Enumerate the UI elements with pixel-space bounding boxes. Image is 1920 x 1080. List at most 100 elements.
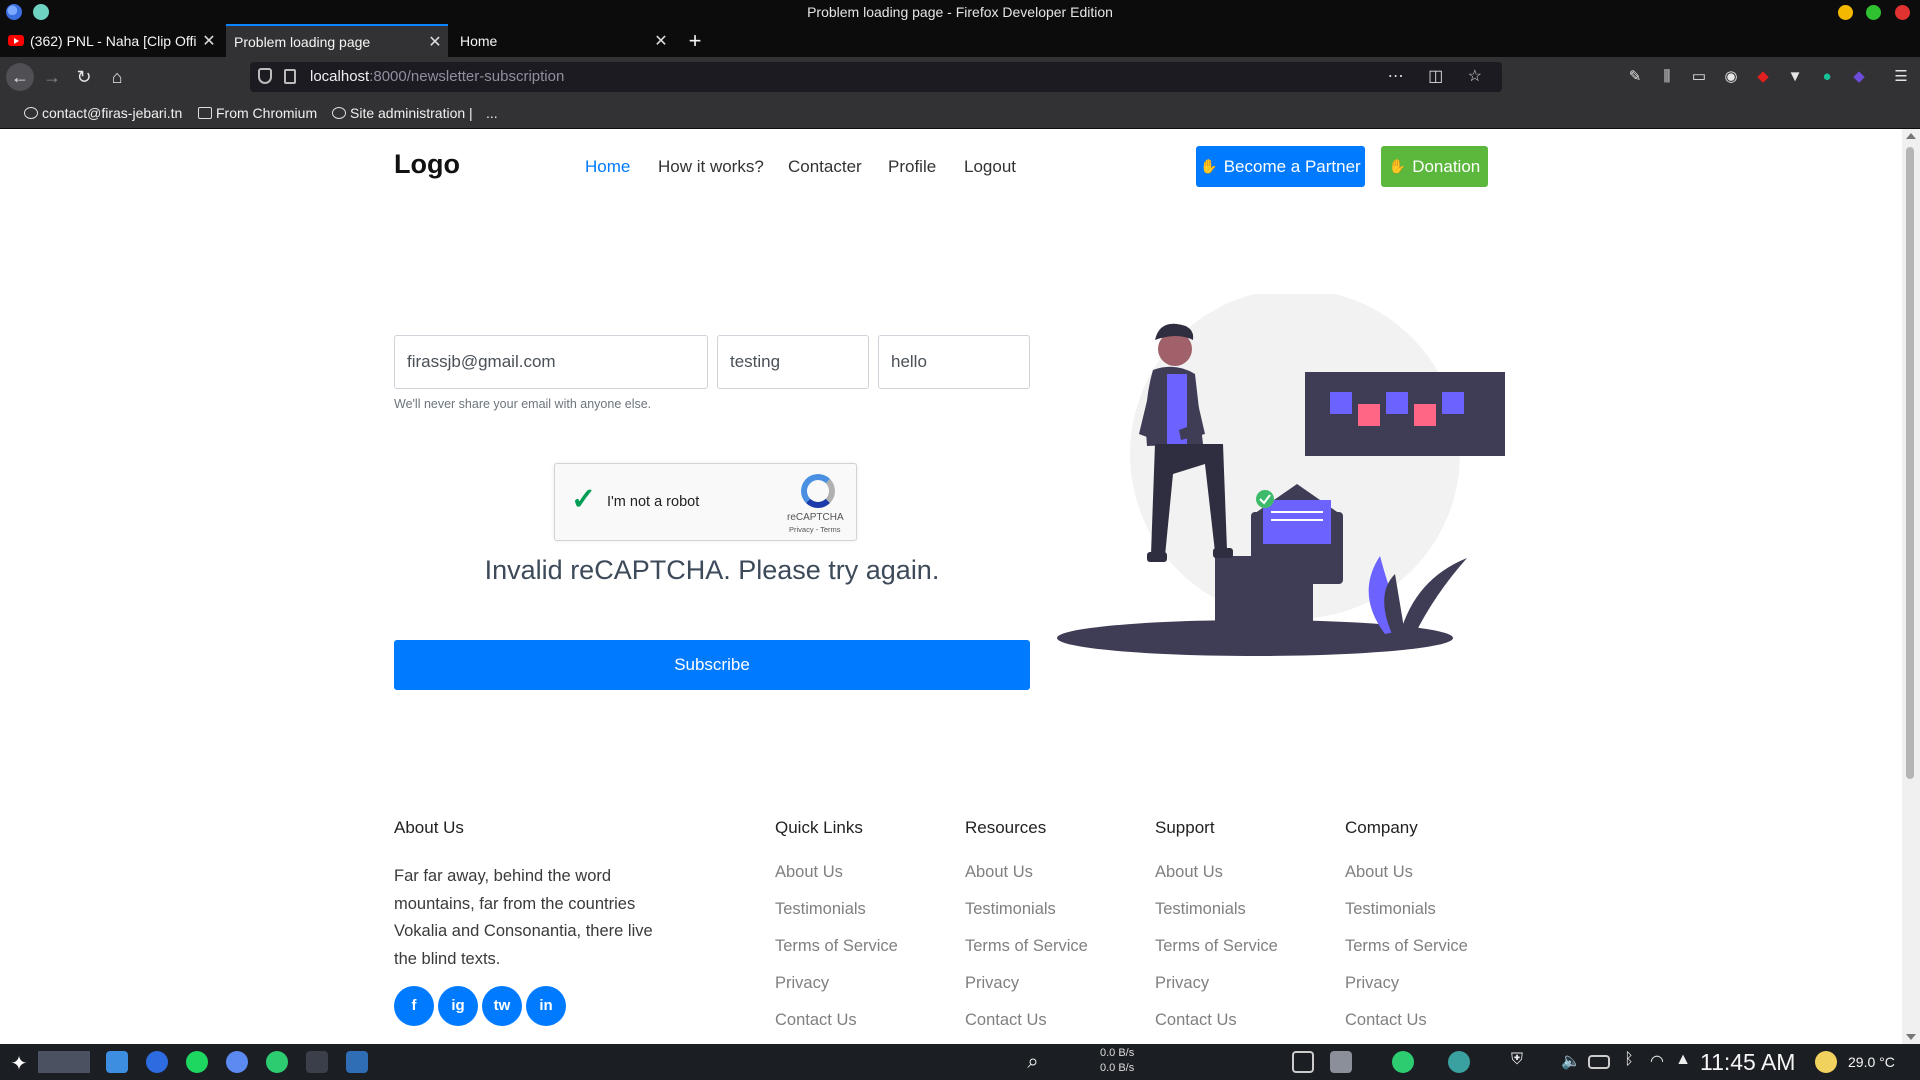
email-field[interactable]: firassjb@gmail.com: [394, 335, 708, 389]
footer-link[interactable]: About Us: [775, 863, 898, 900]
facebook-icon[interactable]: f: [394, 986, 434, 1026]
footer-link[interactable]: Testimonials: [965, 900, 1088, 937]
browser-toolbar: ← → ↻ ⌂ localhost:8000/newsletter-subscr…: [0, 57, 1920, 97]
url-bar[interactable]: localhost:8000/newsletter-subscription ⋯…: [250, 62, 1502, 92]
nav-logout[interactable]: Logout: [964, 157, 1016, 177]
app-launcher-icon[interactable]: ✦: [8, 1051, 30, 1075]
twitter-icon[interactable]: tw: [482, 986, 522, 1026]
sidebar-icon[interactable]: ▭: [1688, 66, 1710, 88]
linkedin-icon[interactable]: in: [526, 986, 566, 1026]
scroll-down-icon[interactable]: [1906, 1034, 1916, 1040]
new-tab-button[interactable]: +: [680, 24, 710, 57]
footer-link[interactable]: Privacy: [1155, 974, 1278, 1011]
grammarly-icon[interactable]: ●: [1816, 66, 1838, 88]
footer-link[interactable]: About Us: [1155, 863, 1278, 900]
footer-link[interactable]: Terms of Service: [1155, 937, 1278, 974]
footer-link[interactable]: Terms of Service: [775, 937, 898, 974]
back-button[interactable]: ←: [6, 63, 34, 91]
vpn-icon[interactable]: [1448, 1051, 1470, 1073]
page-scrollbar[interactable]: [1902, 129, 1920, 1044]
files-icon[interactable]: [106, 1051, 128, 1073]
subscribe-button[interactable]: Subscribe: [394, 640, 1030, 690]
maximize-button[interactable]: [1866, 5, 1881, 20]
close-window-button[interactable]: [1895, 5, 1910, 20]
bookmark-folder-chromium[interactable]: From Chromium: [198, 105, 317, 121]
developer-tools-icon[interactable]: ✎: [1624, 66, 1646, 88]
forward-button[interactable]: →: [38, 63, 66, 91]
footer-link[interactable]: Contact Us: [775, 1011, 898, 1044]
page-info-icon[interactable]: [284, 69, 296, 84]
firefox-taskbar-icon[interactable]: [146, 1051, 168, 1073]
name-field[interactable]: testing: [717, 335, 869, 389]
nav-how-it-works[interactable]: How it works?: [658, 157, 764, 177]
library-icon[interactable]: ⫼: [1656, 66, 1678, 88]
battery-icon[interactable]: [1588, 1055, 1610, 1069]
footer-link[interactable]: Contact Us: [965, 1011, 1088, 1044]
footer-link[interactable]: Contact Us: [1155, 1011, 1278, 1044]
nav-contacter[interactable]: Contacter: [788, 157, 862, 177]
chromium-icon[interactable]: [226, 1051, 248, 1073]
donation-button[interactable]: ✋ Donation: [1381, 146, 1488, 187]
footer-link[interactable]: Privacy: [775, 974, 898, 1011]
tab-home[interactable]: Home ✕: [452, 24, 674, 57]
weather-temperature[interactable]: 29.0 °C: [1848, 1054, 1895, 1070]
nav-home[interactable]: Home: [585, 157, 630, 177]
site-logo[interactable]: Logo: [394, 149, 460, 180]
tab-youtube[interactable]: (362) PNL - Naha [Clip Officiel] ✕: [0, 24, 222, 57]
extension-icon[interactable]: ◆: [1848, 66, 1870, 88]
taskbar-clock[interactable]: 11:45 AM: [1700, 1049, 1795, 1076]
tray-expand-icon[interactable]: ▲: [1672, 1051, 1694, 1073]
message-field[interactable]: hello: [878, 335, 1030, 389]
become-partner-button[interactable]: ✋ Become a Partner: [1196, 146, 1365, 187]
footer-link[interactable]: Privacy: [1345, 974, 1468, 1011]
footer-link[interactable]: About Us: [965, 863, 1088, 900]
scroll-up-icon[interactable]: [1906, 133, 1916, 139]
url-actions[interactable]: ⋯ ◫ ☆: [1388, 66, 1492, 86]
weather-icon[interactable]: [1815, 1051, 1837, 1073]
close-tab-icon[interactable]: ✕: [648, 31, 674, 51]
footer-link[interactable]: Terms of Service: [965, 937, 1088, 974]
whatsapp-icon[interactable]: [266, 1051, 288, 1073]
volume-icon[interactable]: 🔈: [1560, 1051, 1582, 1073]
footer-link[interactable]: Privacy: [965, 974, 1088, 1011]
home-button[interactable]: ⌂: [103, 63, 131, 91]
bookmark-contact[interactable]: contact@firas-jebari.tn: [24, 105, 182, 121]
desktop-pager[interactable]: [38, 1051, 90, 1073]
recaptcha-terms-link[interactable]: Privacy - Terms: [789, 525, 841, 534]
tab-problem-loading[interactable]: Problem loading page ✕: [226, 24, 448, 57]
wifi-icon[interactable]: ◠: [1646, 1051, 1668, 1073]
checkmark-icon[interactable]: ✓: [571, 482, 596, 517]
recaptcha-widget[interactable]: ✓ I'm not a robot reCAPTCHA Privacy - Te…: [554, 463, 857, 541]
instagram-icon[interactable]: ig: [438, 986, 478, 1026]
scrollbar-thumb[interactable]: [1906, 147, 1914, 779]
bluetooth-icon[interactable]: ᛒ: [1618, 1051, 1640, 1073]
minimize-button[interactable]: [1838, 5, 1853, 20]
footer-quick-links-title: Quick Links: [775, 818, 863, 837]
whatsapp-tray-icon[interactable]: [1392, 1051, 1414, 1073]
search-icon[interactable]: ⌕: [1022, 1051, 1044, 1073]
footer-link[interactable]: Testimonials: [1155, 900, 1278, 937]
nav-profile[interactable]: Profile: [888, 157, 936, 177]
footer-link[interactable]: Contact Us: [1345, 1011, 1468, 1044]
tracking-protection-icon[interactable]: [258, 68, 272, 84]
tray-icon[interactable]: [1292, 1051, 1314, 1073]
menu-icon[interactable]: ☰: [1890, 66, 1912, 88]
vscode-icon[interactable]: [346, 1051, 368, 1073]
clipboard-icon[interactable]: [1330, 1051, 1352, 1073]
terminal-icon[interactable]: [306, 1051, 328, 1073]
spotify-icon[interactable]: [186, 1051, 208, 1073]
bookmark-site-admin[interactable]: Site administration |: [332, 105, 473, 121]
footer-link[interactable]: Testimonials: [775, 900, 898, 937]
bookmark-overflow[interactable]: ...: [486, 105, 498, 121]
ublock-icon[interactable]: ◆: [1752, 66, 1774, 88]
shield-tray-icon[interactable]: ⛨: [1506, 1051, 1528, 1073]
close-tab-icon[interactable]: ✕: [196, 31, 222, 51]
footer-link[interactable]: Testimonials: [1345, 900, 1468, 937]
footer-link[interactable]: About Us: [1345, 863, 1468, 900]
reload-button[interactable]: ↻: [70, 63, 98, 91]
footer-link[interactable]: Terms of Service: [1345, 937, 1468, 974]
vue-devtools-icon[interactable]: ▼: [1784, 66, 1806, 88]
url-text[interactable]: localhost:8000/newsletter-subscription: [310, 68, 564, 85]
account-icon[interactable]: ◉: [1720, 66, 1742, 88]
close-tab-icon[interactable]: ✕: [422, 32, 448, 52]
